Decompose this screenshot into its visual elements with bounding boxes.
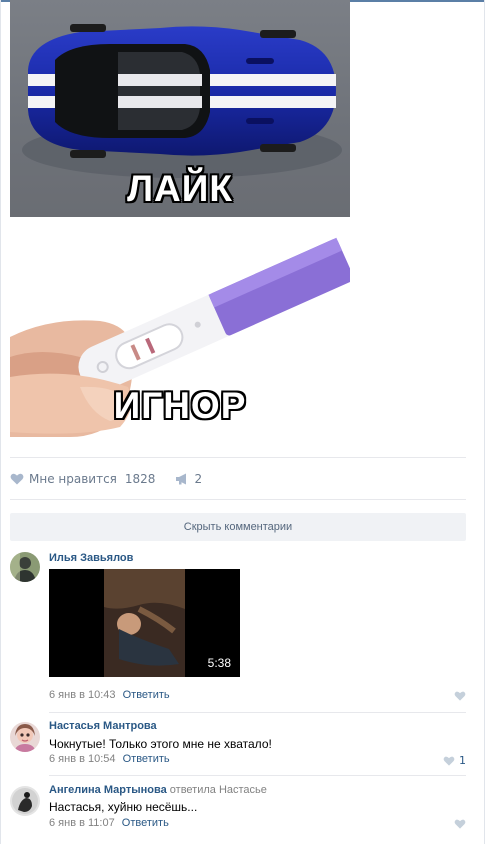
divider: [10, 457, 466, 458]
comment-like-button[interactable]: [454, 819, 466, 829]
divider: [49, 775, 466, 776]
avatar[interactable]: [10, 552, 40, 582]
comment-like-button[interactable]: 1: [443, 754, 466, 767]
comment-meta: 6 янв в 10:43 Ответить: [49, 689, 170, 701]
comment-item: Ангелина Мартынова ответила Настасье Нас…: [10, 784, 466, 834]
comment-date[interactable]: 6 янв в 10:54: [49, 753, 116, 765]
heart-icon: [10, 473, 24, 485]
reply-to-label[interactable]: ответила Настасье: [170, 784, 267, 796]
megaphone-icon: [176, 473, 187, 485]
heart-icon: [454, 691, 466, 701]
comment-meta: 6 янв в 10:54 Ответить: [49, 753, 170, 765]
post-actions: Мне нравится 1828 2: [10, 470, 202, 488]
divider: [49, 712, 466, 713]
reply-link[interactable]: Ответить: [123, 753, 170, 765]
meme-panel-test: ИГНОР: [10, 217, 350, 437]
share-count: 2: [194, 472, 203, 486]
comment-author-name[interactable]: Ангелина Мартынова: [49, 784, 167, 796]
avatar[interactable]: [10, 786, 40, 816]
comment-item: Настасья Мантрова Чокнутые! Только этого…: [10, 720, 466, 770]
comment-text: Настасья, хуйню несёшь...: [49, 800, 198, 814]
meme-caption-ignore: ИГНОР: [113, 385, 247, 426]
heart-icon: [454, 819, 466, 829]
comment-meta: 6 янв в 11:07 Ответить: [49, 817, 169, 829]
like-button[interactable]: Мне нравится 1828: [10, 472, 155, 486]
video-duration: 5:38: [207, 656, 231, 670]
comment-item: Илья Завьялов 5:38 6 янв в 10:43 Ответит…: [10, 552, 466, 706]
comment-date[interactable]: 6 янв в 10:43: [49, 689, 116, 701]
meme-panel-car: ЛАЙК: [10, 0, 350, 217]
video-attachment[interactable]: 5:38: [49, 569, 240, 677]
divider: [10, 499, 466, 500]
comment-author[interactable]: Илья Завьялов: [49, 552, 133, 564]
avatar[interactable]: [10, 722, 40, 752]
comment-like-button[interactable]: [454, 691, 466, 701]
share-button[interactable]: 2: [175, 472, 202, 486]
like-count: 1828: [124, 472, 156, 486]
meme-caption-like: ЛАЙК: [127, 168, 233, 209]
reply-link[interactable]: Ответить: [123, 689, 170, 701]
hide-comments-button[interactable]: Скрыть комментарии: [10, 513, 466, 541]
like-label: Мне нравится: [29, 472, 117, 486]
reply-link[interactable]: Ответить: [122, 817, 169, 829]
heart-icon: [443, 756, 455, 766]
comment-date[interactable]: 6 янв в 11:07: [49, 817, 115, 829]
comment-text: Чокнутые! Только этого мне не хватало!: [49, 737, 272, 751]
frame-left: [0, 0, 1, 844]
comment-author: Ангелина Мартынова ответила Настасье: [49, 784, 267, 796]
comment-like-count: 1: [459, 754, 466, 767]
post-image[interactable]: ЛАЙК ИГНОР: [10, 0, 350, 437]
comment-author[interactable]: Настасья Мантрова: [49, 720, 157, 732]
